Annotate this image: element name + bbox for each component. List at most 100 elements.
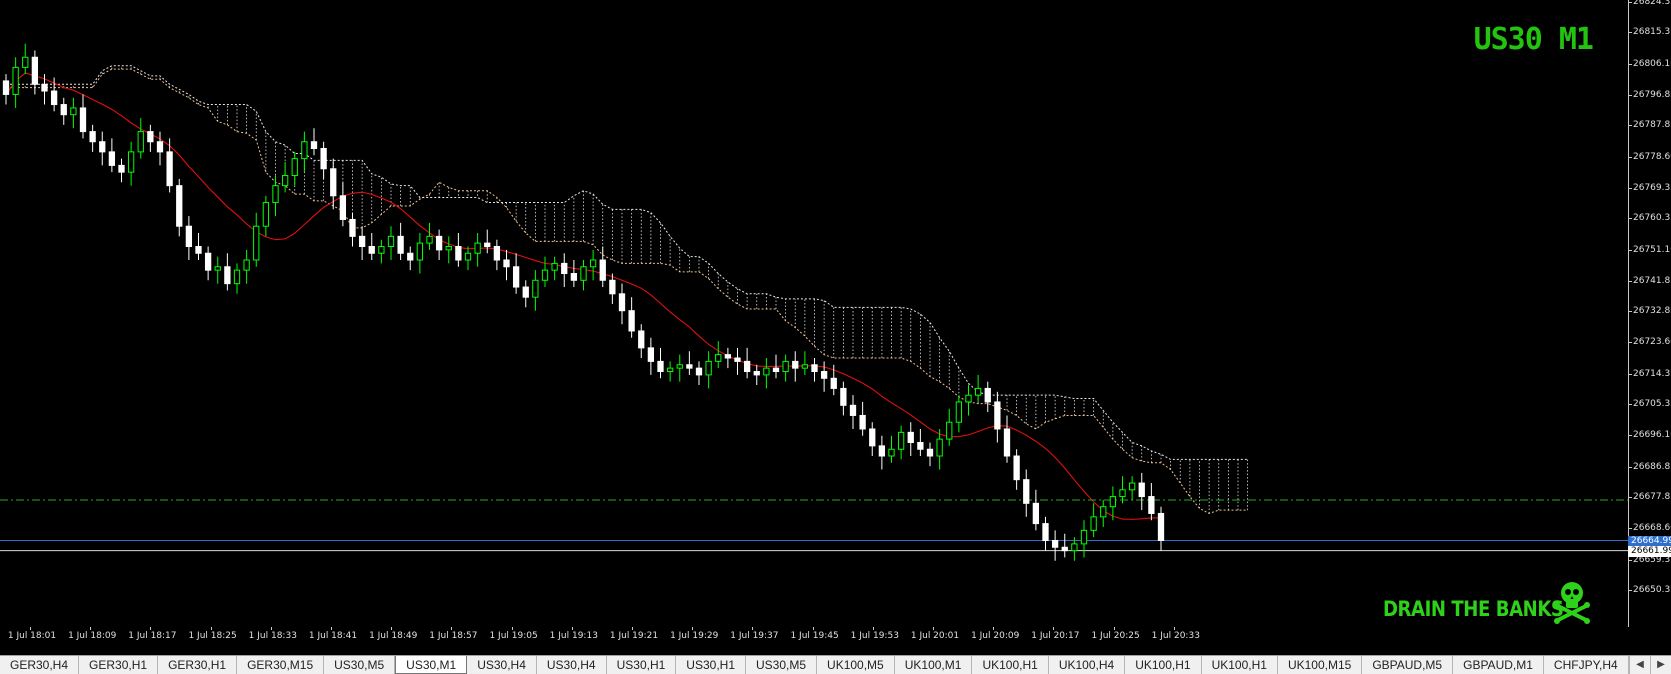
candle-body <box>743 360 751 373</box>
price-label: 26686.85 <box>1633 461 1671 472</box>
chart-tab[interactable]: UK100,M15 <box>1278 656 1363 674</box>
time-label: 1 Jul 20:25 <box>1091 631 1140 641</box>
candle-body <box>609 279 616 295</box>
candle-body <box>1119 489 1126 498</box>
time-tick <box>752 627 754 630</box>
candle-body <box>99 141 106 153</box>
time-label: 1 Jul 18:33 <box>248 631 297 641</box>
chart-tab[interactable]: US30,H4 <box>467 656 537 674</box>
candle-body <box>811 364 818 373</box>
time-tick <box>270 627 272 630</box>
candle-body <box>407 252 414 261</box>
candle-body <box>657 360 664 373</box>
price-tick <box>1629 280 1632 282</box>
candle-body <box>368 245 375 254</box>
candle-body <box>118 164 125 173</box>
time-label: 1 Jul 18:57 <box>429 631 478 641</box>
chart-tab-bar: GER30,H4 GER30,H1 GER30,H1 GER30,M15 US30,M5… <box>0 655 1671 674</box>
candle-body <box>512 266 520 288</box>
time-axis[interactable]: 1 Jul 18:01 1 Jul 18:09 1 Jul 18:17 1 Jul 1… <box>0 627 1628 655</box>
time-tick <box>1113 627 1115 630</box>
price-label: 26787.85 <box>1633 120 1671 131</box>
time-tick <box>210 627 212 630</box>
tab-scroll-controls: ◀ ▶ <box>1629 656 1671 674</box>
price-tick <box>1629 559 1632 561</box>
candlestick-chart[interactable] <box>0 0 1628 627</box>
candle-body <box>1013 455 1020 481</box>
candle-body <box>301 141 308 160</box>
candle-body <box>1003 428 1011 457</box>
candle-body <box>541 269 549 281</box>
price-label: 26696.10 <box>1633 430 1671 441</box>
chart-tab[interactable]: UK100,M1 <box>895 656 973 674</box>
candle-body <box>926 448 934 457</box>
time-label: 1 Jul 19:45 <box>790 631 839 641</box>
candle-body <box>272 185 279 204</box>
candle-body <box>1148 496 1155 514</box>
candle-body <box>253 225 260 261</box>
candle-body <box>753 371 760 376</box>
candle-body <box>801 364 809 369</box>
chart-tab[interactable]: US30,H4 <box>537 656 607 674</box>
chart-tab[interactable]: US30,M5 <box>746 656 818 674</box>
chart-tab[interactable]: GER30,H1 <box>158 656 238 674</box>
price-label: 26723.60 <box>1633 337 1671 348</box>
chart-tab[interactable]: UK100,H1 <box>1125 656 1202 674</box>
candle-body <box>1100 506 1107 518</box>
candle-body <box>41 83 48 92</box>
chart-tab[interactable]: GER30,M15 <box>237 656 325 674</box>
chart-tab[interactable]: UK100,M5 <box>817 656 895 674</box>
price-label: 26677.85 <box>1633 492 1671 503</box>
candle-body <box>859 414 866 430</box>
price-tick <box>1629 187 1632 189</box>
candle-body <box>1109 496 1117 508</box>
chart-tab[interactable]: GER30,H1 <box>79 656 159 674</box>
chart-tab[interactable]: CHFJPY,H4 <box>1544 656 1629 674</box>
price-label: 26668.60 <box>1633 523 1671 534</box>
candle-body <box>108 151 116 166</box>
scroll-right-icon[interactable]: ▶ <box>1650 656 1671 674</box>
candle-body <box>849 404 857 416</box>
price-label: 26796.85 <box>1633 89 1671 100</box>
time-label: 1 Jul 18:25 <box>188 631 237 641</box>
chart-tab[interactable]: GBPAUD,M5 <box>1362 656 1454 674</box>
candle-body <box>792 360 799 369</box>
chart-tab[interactable]: UK100,H1 <box>972 656 1049 674</box>
chart-tab[interactable]: UK100,H1 <box>1202 656 1278 674</box>
price-label: 26769.35 <box>1633 182 1671 193</box>
candle-body <box>1090 516 1097 531</box>
candle-body <box>869 428 876 447</box>
candle-body <box>715 354 722 362</box>
time-label: 1 Jul 18:49 <box>369 631 418 641</box>
chart-tab[interactable]: US30,H1 <box>607 656 677 674</box>
scroll-left-icon[interactable]: ◀ <box>1629 656 1650 674</box>
candle-body <box>464 252 472 261</box>
candle-body <box>782 360 789 373</box>
chart-tab[interactable]: US30,H1 <box>676 656 746 674</box>
candle-body <box>320 147 327 170</box>
candle-body <box>22 56 29 68</box>
chart-tab[interactable]: GBPAUD,M1 <box>1453 656 1544 674</box>
chart-area[interactable] <box>0 0 1628 627</box>
candle-body <box>243 259 250 271</box>
time-tick <box>150 627 152 630</box>
price-label: 26650.35 <box>1633 585 1671 595</box>
candle-body <box>262 202 270 227</box>
chart-tab[interactable]: US30,M5 <box>324 656 396 674</box>
candle-body <box>917 441 924 450</box>
time-tick <box>692 627 694 630</box>
price-label: 26760.35 <box>1633 213 1671 224</box>
candle-body <box>281 175 289 187</box>
candle-body <box>1157 512 1165 541</box>
time-tick <box>632 627 633 630</box>
price-tick <box>1629 125 1632 127</box>
candle-body <box>695 367 703 376</box>
chart-tab[interactable]: GER30,H4 <box>0 656 80 674</box>
chart-tab[interactable]: UK100,H4 <box>1049 656 1126 674</box>
watermark-text: DRAIN THE BANKS <box>1383 597 1564 621</box>
candle-body <box>724 354 732 359</box>
candle-body <box>647 347 655 362</box>
chart-tab[interactable]: US30,M1 <box>395 656 468 674</box>
price-axis[interactable]: 26824.35 26815.35 26806.10 26796.85 26787.85… <box>1628 0 1671 627</box>
time-tick <box>90 627 92 630</box>
